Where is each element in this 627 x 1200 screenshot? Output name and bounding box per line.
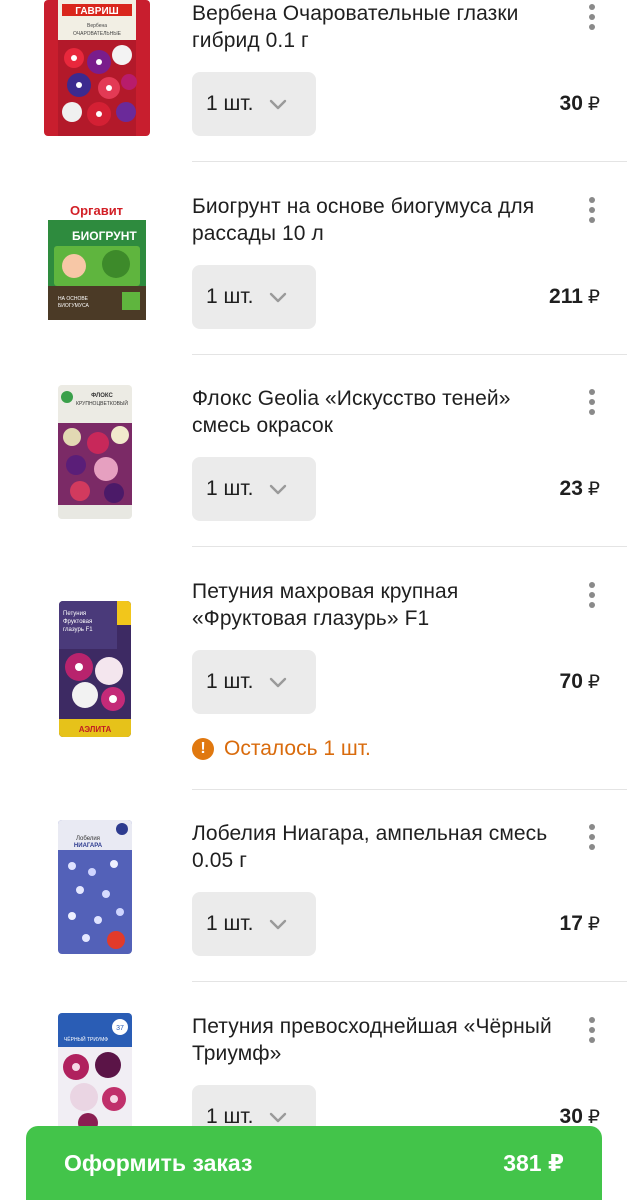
product-price: 17 ₽ — [560, 892, 600, 956]
svg-text:ФЛОКС: ФЛОКС — [91, 393, 113, 399]
svg-text:БИОГРУНТ: БИОГРУНТ — [72, 229, 137, 243]
more-options-icon[interactable] — [578, 1015, 606, 1045]
product-title[interactable]: Биогрунт на основе биогумуса для рассады… — [192, 193, 552, 247]
chevron-down-icon — [269, 292, 286, 303]
quantity-selector[interactable]: 1 шт. — [192, 72, 316, 136]
currency-symbol: ₽ — [587, 671, 600, 693]
quantity-value: 1 шт. — [206, 285, 254, 308]
cart-item: Лобелия НИАГАРА Лобелия Ниагара, ампельн… — [0, 820, 627, 982]
chevron-down-icon — [269, 99, 286, 110]
item-divider — [192, 981, 627, 982]
product-title[interactable]: Петуния махровая крупная «Фруктовая глаз… — [192, 578, 552, 632]
checkout-button[interactable]: Оформить заказ 381 ₽ — [26, 1126, 602, 1200]
verbena-product-image[interactable]: ГАВРИШ Вербена ОЧАРОВАТЕЛЬНЫЕ — [44, 0, 150, 136]
svg-text:АЭЛИТА: АЭЛИТА — [79, 725, 112, 734]
cart-item: Оргавит БИОГРУНТ НА ОСНОВЕ БИОГУМУСА Био… — [0, 193, 627, 355]
product-price: 70 ₽ — [560, 650, 600, 714]
svg-text:БИОГУМУСА: БИОГУМУСА — [58, 303, 89, 309]
item-divider — [192, 546, 627, 547]
currency-symbol: ₽ — [587, 478, 600, 500]
checkout-total: 381 ₽ — [503, 1149, 564, 1176]
chevron-down-icon — [269, 484, 286, 495]
price-value: 30 — [559, 92, 583, 115]
svg-text:глазурь F1: глазурь F1 — [63, 627, 93, 633]
low-stock-warning: ! Осталось 1 шт. — [192, 737, 371, 761]
item-divider — [192, 789, 627, 790]
svg-text:ГАВРИШ: ГАВРИШ — [75, 6, 118, 17]
svg-text:Фруктовая: Фруктовая — [63, 619, 92, 625]
quantity-selector[interactable]: 1 шт. — [192, 265, 316, 329]
price-value: 23 — [559, 477, 583, 500]
low-stock-text: Осталось 1 шт. — [224, 737, 371, 760]
chevron-down-icon — [269, 919, 286, 930]
svg-text:Петуния: Петуния — [63, 611, 86, 617]
checkout-label: Оформить заказ — [64, 1149, 253, 1176]
more-options-icon[interactable] — [578, 195, 606, 225]
quantity-selector[interactable]: 1 шт. — [192, 650, 316, 714]
chevron-down-icon — [269, 677, 286, 688]
quantity-selector[interactable]: 1 шт. — [192, 892, 316, 956]
svg-text:37: 37 — [116, 1025, 124, 1032]
petunia-fruit-glaze-product-image[interactable]: Петуния Фруктовая глазурь F1 АЭЛИТА — [59, 601, 131, 737]
product-price: 30 ₽ — [560, 72, 600, 136]
item-divider — [192, 354, 627, 355]
cart-list: ГАВРИШ Вербена ОЧАРОВАТЕЛЬНЫЕ Вербена Оч… — [0, 0, 627, 1200]
lobelia-product-image[interactable]: Лобелия НИАГАРА — [58, 820, 132, 954]
product-title[interactable]: Лобелия Ниагара, ампельная смесь 0.05 г — [192, 820, 552, 874]
more-options-icon[interactable] — [578, 822, 606, 852]
quantity-value: 1 шт. — [206, 477, 254, 500]
price-value: 70 — [559, 670, 583, 693]
product-title[interactable]: Петуния превосходнейшая «Чёрный Триумф» — [192, 1013, 552, 1067]
more-options-icon[interactable] — [578, 387, 606, 417]
quantity-value: 1 шт. — [206, 670, 254, 693]
quantity-selector[interactable]: 1 шт. — [192, 457, 316, 521]
product-title[interactable]: Флокс Geolia «Искусство теней» смесь окр… — [192, 385, 552, 439]
product-price: 23 ₽ — [560, 457, 600, 521]
svg-text:ЧЁРНЫЙ ТРИУМФ: ЧЁРНЫЙ ТРИУМФ — [64, 1035, 108, 1043]
quantity-value: 1 шт. — [206, 92, 254, 115]
currency-symbol: ₽ — [587, 93, 600, 115]
cart-item: ФЛОКС КРУПНОЦВЕТКОВЫЙ Флокс Geolia «Иску… — [0, 385, 627, 547]
svg-text:НА ОСНОВЕ: НА ОСНОВЕ — [58, 296, 89, 302]
svg-text:КРУПНОЦВЕТКОВЫЙ: КРУПНОЦВЕТКОВЫЙ — [76, 399, 128, 407]
item-divider — [192, 161, 627, 162]
warning-icon: ! — [192, 738, 214, 760]
cart-item: Петуния Фруктовая глазурь F1 АЭЛИТА Пету… — [0, 578, 627, 790]
product-title[interactable]: Вербена Очаровательные глазки гибрид 0.1… — [192, 0, 552, 54]
product-price: 211 ₽ — [549, 265, 600, 329]
more-options-icon[interactable] — [578, 580, 606, 610]
svg-text:ОЧАРОВАТЕЛЬНЫЕ: ОЧАРОВАТЕЛЬНЫЕ — [73, 31, 122, 37]
svg-text:НИАГАРА: НИАГАРА — [74, 843, 103, 849]
svg-text:Оргавит: Оргавит — [70, 203, 123, 218]
svg-text:Вербена: Вербена — [87, 23, 107, 29]
petunia-black-triumph-product-image[interactable]: 37 ЧЁРНЫЙ ТРИУМФ — [58, 1013, 132, 1133]
quantity-value: 1 шт. — [206, 912, 254, 935]
more-options-icon[interactable] — [578, 2, 606, 32]
phlox-product-image[interactable]: ФЛОКС КРУПНОЦВЕТКОВЫЙ — [58, 385, 132, 519]
price-value: 17 — [559, 912, 583, 935]
currency-symbol: ₽ — [587, 286, 600, 308]
biogrunt-product-image[interactable]: Оргавит БИОГРУНТ НА ОСНОВЕ БИОГУМУСА — [44, 196, 150, 324]
svg-text:Лобелия: Лобелия — [76, 836, 100, 842]
price-value: 211 — [549, 285, 583, 308]
cart-item: ГАВРИШ Вербена ОЧАРОВАТЕЛЬНЫЕ Вербена Оч… — [0, 0, 627, 162]
chevron-down-icon — [269, 1112, 286, 1123]
currency-symbol: ₽ — [587, 913, 600, 935]
